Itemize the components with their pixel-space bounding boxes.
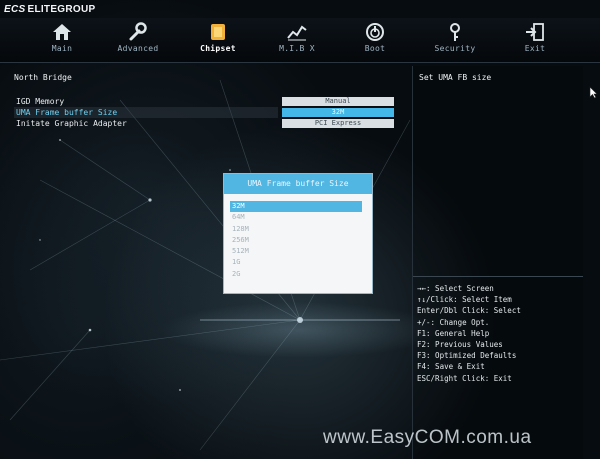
tab-exit-label: Exit	[524, 44, 546, 53]
setting-row-igd-memory[interactable]: IGD Memory Manual	[14, 96, 404, 107]
mouse-pointer-icon	[589, 86, 598, 99]
key-icon	[450, 23, 460, 41]
help-panel: Set UMA FB size →←: Select Screen ↑↓/Cli…	[412, 66, 583, 459]
setting-label: IGD Memory	[16, 97, 65, 106]
key-help-line: F1: General Help	[417, 328, 490, 338]
exit-icon	[526, 23, 544, 41]
power-icon	[366, 23, 384, 41]
graph-icon	[287, 25, 307, 41]
key-help-line: ↑↓/Click: Select Item	[417, 295, 512, 305]
setting-value[interactable]: PCI Express	[282, 119, 394, 128]
tab-main[interactable]: Main	[27, 22, 97, 62]
key-help-line: F2: Previous Values	[417, 340, 503, 350]
tab-mibx-label: M.I.B X	[279, 44, 315, 53]
home-icon	[53, 24, 71, 40]
key-help-line: +/-: Change Opt.	[417, 317, 490, 327]
wrench-icon	[129, 22, 147, 41]
setting-label: Initate Graphic Adapter	[16, 119, 127, 128]
option-popup[interactable]: UMA Frame buffer Size 32M 64M 128M 256M …	[223, 173, 373, 294]
popup-option-2g[interactable]: 2G	[230, 269, 362, 280]
tab-advanced-label: Advanced	[117, 44, 159, 53]
setting-value[interactable]: Manual	[282, 97, 394, 106]
tab-security[interactable]: Security	[420, 22, 490, 62]
chip-icon	[211, 24, 225, 40]
key-help-line: →←: Select Screen	[417, 284, 494, 293]
setting-value[interactable]: 32M	[282, 108, 394, 117]
tab-chipset-label: Chipset	[200, 44, 236, 53]
popup-option-32m[interactable]: 32M	[230, 201, 362, 213]
tab-exit[interactable]: Exit	[500, 22, 570, 62]
popup-option-256m[interactable]: 256M	[230, 235, 362, 246]
key-help-list: →←: Select Screen ↑↓/Click: Select Item …	[417, 283, 521, 384]
section-title: North Bridge	[14, 73, 72, 82]
tab-boot[interactable]: Boot	[340, 22, 410, 62]
popup-option-128m[interactable]: 128M	[230, 224, 362, 235]
tab-chipset[interactable]: Chipset	[183, 22, 253, 62]
popup-option-1g[interactable]: 1G	[230, 257, 362, 268]
brand-name: ELITEGROUP	[27, 4, 96, 15]
tab-mibx[interactable]: M.I.B X	[262, 22, 332, 62]
popup-option-512m[interactable]: 512M	[230, 246, 362, 257]
brand-mark: ECS	[4, 4, 26, 15]
popup-option-64m[interactable]: 64M	[230, 212, 362, 223]
key-help-line: Enter/Dbl Click: Select	[417, 306, 521, 316]
tab-main-label: Main	[51, 44, 73, 53]
setting-label: UMA Frame buffer Size	[16, 108, 118, 117]
setting-row-uma-frame-buffer[interactable]: UMA Frame buffer Size 32M	[14, 107, 404, 118]
tab-boot-label: Boot	[364, 44, 386, 53]
help-title: Set UMA FB size	[419, 73, 492, 82]
tab-security-label: Security	[434, 44, 476, 53]
tab-advanced[interactable]: Advanced	[103, 22, 173, 62]
key-help-line: F4: Save & Exit	[417, 362, 485, 372]
popup-title: UMA Frame buffer Size	[224, 174, 372, 194]
watermark-text: www.EasyCOM.com.ua	[323, 427, 532, 448]
setting-row-initiate-graphic-adapter[interactable]: Initate Graphic Adapter PCI Express	[14, 118, 404, 129]
bios-screen: ECS ELITEGROUP Main Advanced Chipset M.I…	[0, 0, 600, 459]
help-divider	[413, 276, 583, 277]
top-nav: Main Advanced Chipset M.I.B X Boot Secur…	[0, 18, 600, 63]
key-help-line: F3: Optimized Defaults	[417, 351, 517, 361]
popup-option-list[interactable]: 32M 64M 128M 256M 512M 1G 2G	[230, 201, 362, 280]
brand-logo: ECS ELITEGROUP	[4, 4, 95, 15]
key-help-line: ESC/Right Click: Exit	[417, 373, 512, 383]
